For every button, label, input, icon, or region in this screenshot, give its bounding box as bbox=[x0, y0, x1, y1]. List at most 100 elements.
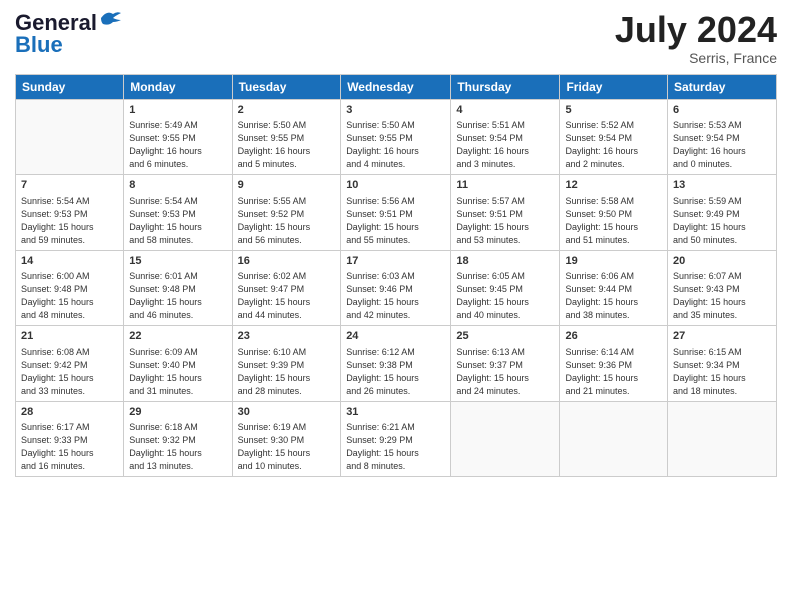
calendar-cell: 24Sunrise: 6:12 AMSunset: 9:38 PMDayligh… bbox=[341, 326, 451, 402]
col-sunday: Sunday bbox=[16, 74, 124, 99]
day-info: Sunrise: 6:19 AMSunset: 9:30 PMDaylight:… bbox=[238, 421, 336, 473]
day-number: 10 bbox=[346, 178, 445, 193]
day-info: Sunrise: 6:02 AMSunset: 9:47 PMDaylight:… bbox=[238, 270, 336, 322]
day-number: 26 bbox=[565, 329, 662, 344]
day-info: Sunrise: 5:49 AMSunset: 9:55 PMDaylight:… bbox=[129, 119, 226, 171]
calendar-week-2: 7Sunrise: 5:54 AMSunset: 9:53 PMDaylight… bbox=[16, 175, 777, 251]
calendar-cell: 28Sunrise: 6:17 AMSunset: 9:33 PMDayligh… bbox=[16, 401, 124, 477]
calendar-cell bbox=[560, 401, 668, 477]
day-number: 14 bbox=[21, 254, 118, 269]
calendar-body: 1Sunrise: 5:49 AMSunset: 9:55 PMDaylight… bbox=[16, 99, 777, 477]
day-number: 3 bbox=[346, 103, 445, 118]
day-number: 25 bbox=[456, 329, 554, 344]
calendar-cell: 7Sunrise: 5:54 AMSunset: 9:53 PMDaylight… bbox=[16, 175, 124, 251]
calendar-cell: 16Sunrise: 6:02 AMSunset: 9:47 PMDayligh… bbox=[232, 250, 341, 326]
day-info: Sunrise: 6:14 AMSunset: 9:36 PMDaylight:… bbox=[565, 346, 662, 398]
logo: General Blue bbox=[15, 10, 121, 58]
day-number: 28 bbox=[21, 405, 118, 420]
col-monday: Monday bbox=[124, 74, 232, 99]
day-info: Sunrise: 5:53 AMSunset: 9:54 PMDaylight:… bbox=[673, 119, 771, 171]
calendar-cell: 12 Sunrise: 5:58 AMSunset: 9:50 PMDayligh… bbox=[560, 175, 668, 251]
day-number: 29 bbox=[129, 405, 226, 420]
calendar-week-4: 21 Sunrise: 6:08 AMSunset: 9:42 PMDayligh… bbox=[16, 326, 777, 402]
calendar-cell bbox=[668, 401, 777, 477]
day-number: 31 bbox=[346, 405, 445, 420]
day-info: Sunrise: 5:55 AMSunset: 9:52 PMDaylight:… bbox=[238, 195, 336, 247]
calendar-cell: 1Sunrise: 5:49 AMSunset: 9:55 PMDaylight… bbox=[124, 99, 232, 175]
day-number: 24 bbox=[346, 329, 445, 344]
calendar-cell: 15Sunrise: 6:01 AMSunset: 9:48 PMDayligh… bbox=[124, 250, 232, 326]
day-number: 19 bbox=[565, 254, 662, 269]
day-number: 2 bbox=[238, 103, 336, 118]
day-number: 27 bbox=[673, 329, 771, 344]
day-info: Sunrise: 5:56 AMSunset: 9:51 PMDaylight:… bbox=[346, 195, 445, 247]
calendar-header: Sunday Monday Tuesday Wednesday Thursday… bbox=[16, 74, 777, 99]
calendar-cell: 21 Sunrise: 6:08 AMSunset: 9:42 PMDayligh… bbox=[16, 326, 124, 402]
day-info: Sunrise: 5:50 AMSunset: 9:55 PMDaylight:… bbox=[346, 119, 445, 171]
day-info: Sunrise: 6:03 AMSunset: 9:46 PMDaylight:… bbox=[346, 270, 445, 322]
logo-bird-icon bbox=[99, 10, 121, 26]
day-number: 11 bbox=[456, 178, 554, 193]
calendar-cell: 20Sunrise: 6:07 AMSunset: 9:43 PMDayligh… bbox=[668, 250, 777, 326]
calendar-cell: 31Sunrise: 6:21 AMSunset: 9:29 PMDayligh… bbox=[341, 401, 451, 477]
col-wednesday: Wednesday bbox=[341, 74, 451, 99]
day-info: Sunrise: 5:58 AMSunset: 9:50 PMDaylight:… bbox=[565, 195, 662, 247]
day-info: Sunrise: 6:06 AMSunset: 9:44 PMDaylight:… bbox=[565, 270, 662, 322]
day-info: Sunrise: 5:54 AMSunset: 9:53 PMDaylight:… bbox=[129, 195, 226, 247]
calendar-week-1: 1Sunrise: 5:49 AMSunset: 9:55 PMDaylight… bbox=[16, 99, 777, 175]
day-info: Sunrise: 6:13 AMSunset: 9:37 PMDaylight:… bbox=[456, 346, 554, 398]
day-number: 5 bbox=[565, 103, 662, 118]
calendar-cell: 10 Sunrise: 5:56 AMSunset: 9:51 PMDayligh… bbox=[341, 175, 451, 251]
location: Serris, France bbox=[615, 50, 777, 66]
day-info: Sunrise: 5:51 AMSunset: 9:54 PMDaylight:… bbox=[456, 119, 554, 171]
day-info: Sunrise: 6:00 AMSunset: 9:48 PMDaylight:… bbox=[21, 270, 118, 322]
calendar-cell: 27 Sunrise: 6:15 AMSunset: 9:34 PMDayligh… bbox=[668, 326, 777, 402]
day-number: 30 bbox=[238, 405, 336, 420]
day-number: 13 bbox=[673, 178, 771, 193]
day-info: Sunrise: 6:10 AMSunset: 9:39 PMDaylight:… bbox=[238, 346, 336, 398]
day-number: 1 bbox=[129, 103, 226, 118]
day-info: Sunrise: 6:18 AMSunset: 9:32 PMDaylight:… bbox=[129, 421, 226, 473]
main-container: General Blue July 2024 Serris, France Su… bbox=[0, 0, 792, 612]
calendar-cell: 29Sunrise: 6:18 AMSunset: 9:32 PMDayligh… bbox=[124, 401, 232, 477]
header: General Blue July 2024 Serris, France bbox=[15, 10, 777, 66]
day-number: 9 bbox=[238, 178, 336, 193]
col-friday: Friday bbox=[560, 74, 668, 99]
day-number: 12 bbox=[565, 178, 662, 193]
day-info: Sunrise: 6:17 AMSunset: 9:33 PMDaylight:… bbox=[21, 421, 118, 473]
day-number: 21 bbox=[21, 329, 118, 344]
day-info: Sunrise: 5:59 AMSunset: 9:49 PMDaylight:… bbox=[673, 195, 771, 247]
day-number: 6 bbox=[673, 103, 771, 118]
calendar-cell: 9 Sunrise: 5:55 AMSunset: 9:52 PMDaylight… bbox=[232, 175, 341, 251]
day-number: 17 bbox=[346, 254, 445, 269]
calendar-cell: 25 Sunrise: 6:13 AMSunset: 9:37 PMDayligh… bbox=[451, 326, 560, 402]
day-info: Sunrise: 6:07 AMSunset: 9:43 PMDaylight:… bbox=[673, 270, 771, 322]
day-info: Sunrise: 6:15 AMSunset: 9:34 PMDaylight:… bbox=[673, 346, 771, 398]
calendar-cell: 19Sunrise: 6:06 AMSunset: 9:44 PMDayligh… bbox=[560, 250, 668, 326]
calendar-cell: 8Sunrise: 5:54 AMSunset: 9:53 PMDaylight… bbox=[124, 175, 232, 251]
day-info: Sunrise: 6:08 AMSunset: 9:42 PMDaylight:… bbox=[21, 346, 118, 398]
calendar-cell: 26 Sunrise: 6:14 AMSunset: 9:36 PMDayligh… bbox=[560, 326, 668, 402]
calendar-week-5: 28Sunrise: 6:17 AMSunset: 9:33 PMDayligh… bbox=[16, 401, 777, 477]
title-section: July 2024 Serris, France bbox=[615, 10, 777, 66]
col-tuesday: Tuesday bbox=[232, 74, 341, 99]
calendar-cell: 2Sunrise: 5:50 AMSunset: 9:55 PMDaylight… bbox=[232, 99, 341, 175]
calendar-cell bbox=[16, 99, 124, 175]
logo-block: General Blue bbox=[15, 10, 121, 58]
day-info: Sunrise: 6:05 AMSunset: 9:45 PMDaylight:… bbox=[456, 270, 554, 322]
calendar-cell: 11Sunrise: 5:57 AMSunset: 9:51 PMDayligh… bbox=[451, 175, 560, 251]
day-number: 16 bbox=[238, 254, 336, 269]
day-number: 18 bbox=[456, 254, 554, 269]
calendar-cell: 5Sunrise: 5:52 AMSunset: 9:54 PMDaylight… bbox=[560, 99, 668, 175]
month-title: July 2024 bbox=[615, 10, 777, 50]
calendar-cell: 30Sunrise: 6:19 AMSunset: 9:30 PMDayligh… bbox=[232, 401, 341, 477]
calendar-week-3: 14Sunrise: 6:00 AMSunset: 9:48 PMDayligh… bbox=[16, 250, 777, 326]
calendar-cell bbox=[451, 401, 560, 477]
col-thursday: Thursday bbox=[451, 74, 560, 99]
day-info: Sunrise: 6:09 AMSunset: 9:40 PMDaylight:… bbox=[129, 346, 226, 398]
day-info: Sunrise: 5:52 AMSunset: 9:54 PMDaylight:… bbox=[565, 119, 662, 171]
calendar-cell: 6Sunrise: 5:53 AMSunset: 9:54 PMDaylight… bbox=[668, 99, 777, 175]
calendar-cell: 22Sunrise: 6:09 AMSunset: 9:40 PMDayligh… bbox=[124, 326, 232, 402]
calendar-cell: 14Sunrise: 6:00 AMSunset: 9:48 PMDayligh… bbox=[16, 250, 124, 326]
day-info: Sunrise: 5:50 AMSunset: 9:55 PMDaylight:… bbox=[238, 119, 336, 171]
